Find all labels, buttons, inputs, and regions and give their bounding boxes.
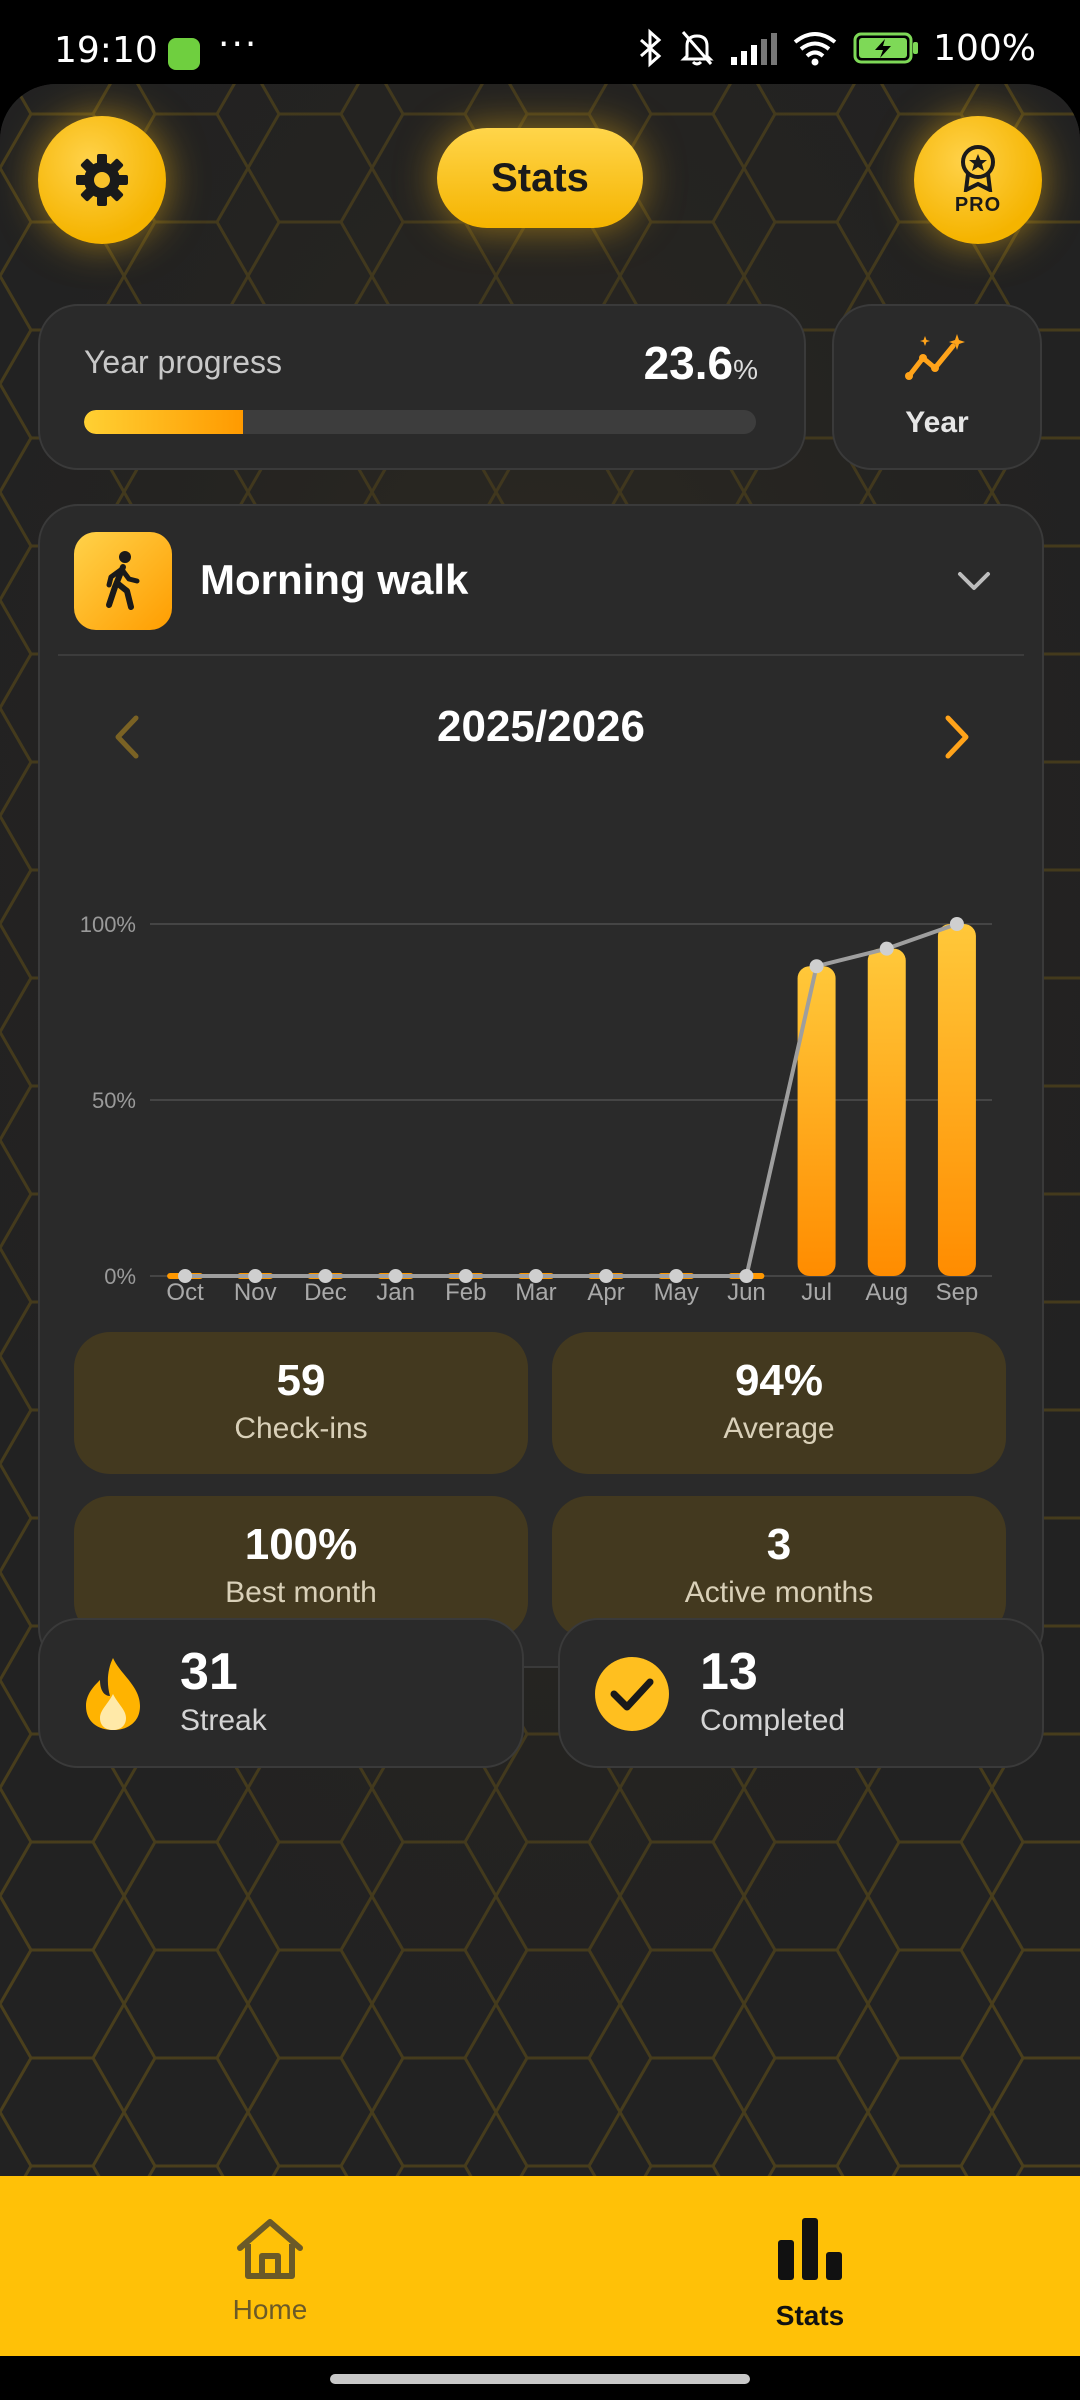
nav-item-home[interactable]: Home: [0, 2176, 540, 2356]
battery-percentage: 100%: [933, 27, 1036, 69]
year-progress-fill: [84, 410, 243, 434]
stat-tile-check-ins: 59 Check-ins: [74, 1332, 528, 1474]
habit-dropdown-chevron-icon[interactable]: [954, 561, 994, 601]
stat-value: 94%: [734, 1356, 824, 1405]
nav-item-stats[interactable]: Stats: [540, 2176, 1080, 2356]
award-icon: [961, 144, 995, 192]
chart-point: [879, 941, 894, 956]
gear-icon: [76, 154, 128, 206]
chart-x-tick-label: Aug: [865, 1279, 908, 1306]
pro-button[interactable]: PRO: [914, 116, 1042, 244]
chart-y-tick-label: 0%: [104, 1264, 136, 1289]
chart-x-tick-label: Jun: [727, 1279, 766, 1306]
chart-bar: [867, 948, 906, 1276]
gesture-bar: [330, 2374, 750, 2384]
stat-tile-active-months: 3 Active months: [552, 1496, 1006, 1638]
stat-tile-average: 94% Average: [552, 1332, 1006, 1474]
stat-label: Active months: [684, 1576, 874, 1609]
more-notifications-icon: ···: [218, 24, 259, 65]
nav-label-stats: Stats: [775, 2300, 845, 2331]
year-progress-label: Year progress: [84, 344, 283, 380]
habit-stats-card: Morning walk 2025/2026 100% 50% 0% Oct Nov De…: [38, 504, 1044, 1668]
battery-charging-icon: [853, 32, 919, 64]
stat-value: 100%: [244, 1520, 358, 1569]
chart-x-tick-label: Nov: [234, 1279, 277, 1306]
android-notification-icon: [168, 38, 200, 70]
home-icon: [237, 2219, 303, 2279]
streak-value: 31: [180, 1643, 238, 1701]
streak-card: 31 Streak: [38, 1618, 524, 1768]
year-progress-card: Year progress 23.6%: [38, 304, 806, 470]
trend-sparkle-icon: [905, 334, 965, 380]
chart-point: [178, 1269, 193, 1283]
stat-label: Best month: [225, 1576, 377, 1609]
bell-muted-icon: [680, 31, 714, 66]
chart-x-tick-label: Dec: [304, 1279, 347, 1306]
year-view-label: Year: [905, 406, 969, 439]
nav-label-home: Home: [232, 2294, 308, 2325]
year-progress-bar: [84, 410, 756, 434]
chart-x-tick-label: Mar: [515, 1279, 556, 1306]
bluetooth-icon: [640, 28, 662, 68]
monthly-completion-chart: 100% 50% 0% Oct Nov Dec Jan Feb Mar Apr May Jun Jul A…: [80, 912, 992, 1306]
year-view-button[interactable]: Year: [832, 304, 1042, 470]
chart-x-tick-label: Jul: [801, 1279, 832, 1306]
walking-person-icon: [106, 551, 140, 610]
page-title: Stats: [437, 128, 643, 228]
check-circle-icon: [595, 1657, 669, 1731]
chart-x-tick-label: May: [654, 1279, 699, 1306]
pro-label: PRO: [954, 193, 1002, 216]
completed-label: Completed: [700, 1704, 846, 1737]
bottom-navigation: Home Stats: [0, 2176, 1080, 2356]
status-bar: 19:10 ··· 100%: [0, 0, 1080, 84]
chart-x-tick-label: Sep: [936, 1279, 979, 1306]
habit-name: Morning walk: [200, 556, 469, 603]
stat-label: Check-ins: [234, 1412, 368, 1445]
chart-y-tick-label: 100%: [80, 912, 136, 937]
chart-point: [809, 959, 824, 974]
chart-point: [599, 1269, 614, 1283]
chart-point: [458, 1269, 473, 1283]
signal-icon: [731, 33, 778, 65]
card-divider: [58, 654, 1024, 656]
stat-value: 3: [766, 1520, 792, 1569]
flame-icon: [86, 1658, 140, 1730]
wifi-icon: [793, 32, 837, 66]
completed-value: 13: [700, 1643, 758, 1701]
chart-point: [949, 917, 964, 931]
bar-chart-icon: [778, 2218, 842, 2280]
chart-point: [528, 1269, 543, 1283]
stat-tile-best-month: 100% Best month: [74, 1496, 528, 1638]
period-label: 2025/2026: [437, 702, 645, 751]
chart-point: [669, 1269, 684, 1283]
chart-x-tick-label: Feb: [445, 1279, 486, 1306]
habit-icon: [74, 532, 172, 630]
chart-x-tick-label: Apr: [587, 1279, 624, 1306]
next-period-icon[interactable]: [936, 712, 976, 762]
completed-card: 13 Completed: [558, 1618, 1044, 1768]
chart-y-tick-label: 50%: [92, 1088, 136, 1113]
chart-bar: [797, 966, 836, 1276]
year-progress-value: 23.6%: [643, 337, 758, 389]
chart-point: [318, 1269, 333, 1283]
chart-point: [388, 1269, 403, 1283]
status-time: 19:10: [54, 30, 158, 71]
chart-x-tick-label: Jan: [376, 1279, 415, 1306]
settings-button[interactable]: [38, 116, 166, 244]
streak-label: Streak: [180, 1704, 267, 1737]
chart-point: [739, 1269, 754, 1283]
stats-screen: Stats PRO Year progress 23.6% Year Morni…: [0, 84, 1080, 2176]
stat-label: Average: [723, 1412, 835, 1445]
stat-value: 59: [276, 1356, 326, 1405]
chart-bar: [937, 924, 976, 1276]
chart-point: [248, 1269, 263, 1283]
chart-x-tick-label: Oct: [166, 1279, 204, 1306]
